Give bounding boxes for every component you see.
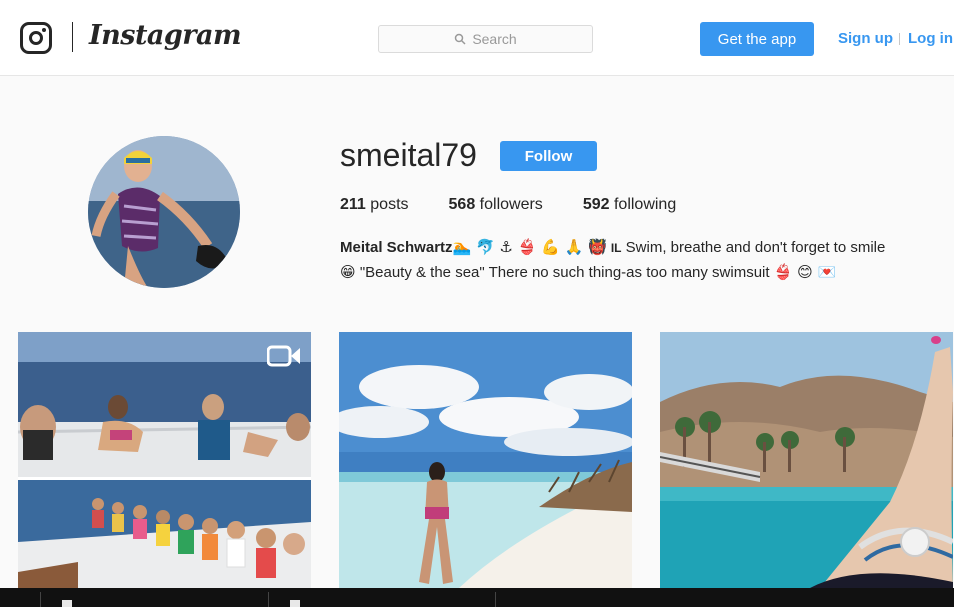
following-count: 592: [582, 196, 610, 213]
search-placeholder: Search: [472, 31, 517, 47]
bottom-bar: [0, 588, 954, 607]
bio-emojis: 🏊 🐬 ⚓ 👙 💪 🙏 👹: [452, 238, 607, 256]
video-camera-icon: [267, 345, 300, 367]
followers-label: followers: [479, 196, 543, 213]
posts-label: posts: [370, 196, 409, 213]
bio-text-line-2: "Beauty & the sea" There no such thing-a…: [359, 264, 770, 281]
nav-separator: [899, 33, 900, 45]
follow-button[interactable]: Follow: [500, 141, 597, 171]
following-stat[interactable]: 592 following: [583, 196, 676, 214]
posts-stat: 211 posts: [340, 196, 409, 214]
instagram-wordmark[interactable]: Instagram: [89, 20, 242, 51]
bottom-bar-tab-icon[interactable]: [290, 600, 300, 607]
instagram-camera-icon[interactable]: [20, 22, 52, 54]
bottom-bar-divider: [268, 592, 269, 607]
profile-stats: 211 posts 568 followers 592 following: [340, 196, 716, 214]
profile-username: smeital79: [340, 137, 477, 173]
post-thumbnail-video[interactable]: [18, 332, 311, 588]
get-the-app-button[interactable]: Get the app: [700, 22, 814, 56]
search-icon: [455, 33, 466, 45]
bottom-bar-divider: [495, 592, 496, 607]
sign-up-link[interactable]: Sign up: [838, 30, 893, 47]
bio-flag: IL: [610, 241, 622, 255]
followers-stat[interactable]: 568 followers: [449, 196, 543, 214]
post-thumbnail-pier[interactable]: [660, 332, 953, 588]
posts-count: 211: [340, 196, 366, 213]
bottom-bar-tab-icon[interactable]: [62, 600, 72, 607]
bio-text-line-1: Swim, breathe and don't forget to smile: [625, 239, 886, 256]
bottom-bar-divider: [40, 592, 41, 607]
profile-avatar: [88, 136, 240, 288]
followers-count: 568: [448, 196, 476, 213]
log-in-link[interactable]: Log in: [908, 30, 953, 47]
bio-emojis-end: 👙 😊 💌: [773, 263, 837, 281]
post-thumbnail-beach[interactable]: [339, 332, 632, 588]
profile-bio: Meital Schwartz🏊 🐬 ⚓ 👙 💪 🙏 👹 IL Swim, br…: [340, 235, 940, 285]
top-navigation-bar: Instagram Search Get the app Sign up Log…: [0, 0, 954, 76]
search-input[interactable]: Search: [378, 25, 593, 53]
bio-full-name: Meital Schwartz: [340, 239, 453, 256]
following-label: following: [613, 196, 677, 213]
logo-divider: [72, 22, 73, 52]
bio-emoji-grin: 😁: [340, 263, 356, 281]
